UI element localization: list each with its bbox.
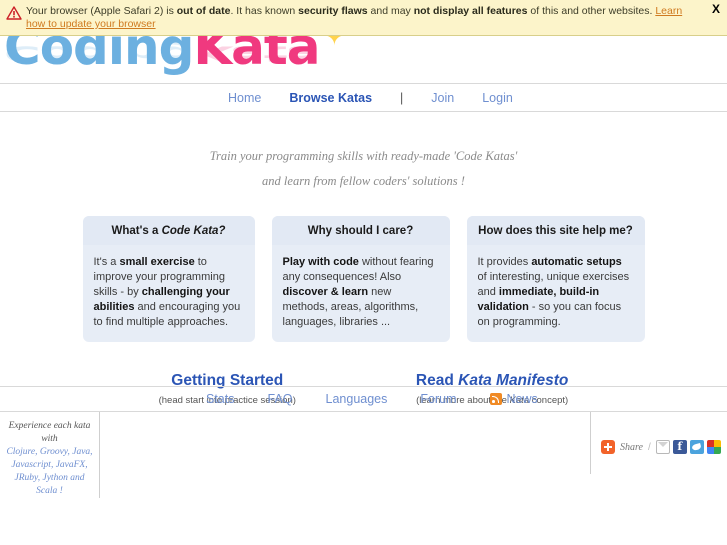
- info-box-how-helps: How does this site help me? It provides …: [466, 216, 645, 342]
- google-quadrant-yellow: [713, 440, 721, 447]
- body-seg-bold: automatic setups: [531, 256, 622, 268]
- body-seg-bold: Play with code: [282, 256, 359, 268]
- tagline-line-1: Train your programming skills with ready…: [209, 149, 518, 163]
- warning-triangle-icon: [6, 6, 22, 20]
- banner-text-3: and may: [367, 5, 414, 17]
- banner-bold-2: security flaws: [298, 5, 368, 17]
- main-navigation: Home Browse Katas | Join Login: [0, 84, 727, 112]
- nav-item-browse-katas[interactable]: Browse Katas: [289, 91, 372, 105]
- info-box-title-plain: Why should I care?: [307, 225, 414, 237]
- google-quadrant-green: [713, 447, 721, 454]
- info-box-title: Why should I care?: [271, 216, 450, 245]
- email-share-icon[interactable]: [655, 440, 670, 454]
- addthis-plus-icon[interactable]: [601, 440, 615, 454]
- logo-word-coding: Coding: [4, 36, 194, 76]
- banner-text-2: . It has known: [230, 5, 299, 17]
- body-seg: It's a: [93, 256, 120, 268]
- info-box-row: What's a Code Kata? It's a small exercis…: [0, 216, 727, 342]
- info-box-title: How does this site help me?: [466, 216, 645, 245]
- info-box-what-is-kata: What's a Code Kata? It's a small exercis…: [82, 216, 255, 342]
- body-seg-bold: discover & learn: [282, 286, 369, 298]
- share-widget: Share / f: [590, 412, 727, 474]
- footer-nav-item-languages[interactable]: Languages: [326, 392, 388, 406]
- langs-intro: Experience each kata with: [8, 421, 91, 444]
- supported-languages-cell: Experience each kata with Clojure, Groov…: [0, 412, 100, 498]
- langs-line-2[interactable]: Clojure, Groovy, Java,: [6, 447, 92, 457]
- banner-message: Your browser (Apple Safari 2) is out of …: [26, 4, 697, 31]
- footer-nav-item-news[interactable]: News: [489, 392, 538, 406]
- info-box-body: Play with code without fearing any conse…: [272, 245, 450, 342]
- tagline-line-2: and learn from fellow coders' solutions …: [262, 174, 465, 188]
- nav-separator: |: [400, 90, 404, 105]
- page-footer: Experience each kata with Clojure, Groov…: [0, 412, 727, 498]
- share-label[interactable]: Share: [620, 442, 643, 453]
- banner-bold-1: out of date: [176, 5, 231, 17]
- logo-wordmark: CodingKata ✦: [4, 36, 345, 76]
- google-quadrant-red: [706, 440, 714, 447]
- logo-star-icon: ✦: [323, 36, 346, 52]
- banner-close-button[interactable]: X: [712, 2, 720, 16]
- info-box-body: It's a small exercise to improve your pr…: [83, 245, 255, 342]
- facebook-share-icon[interactable]: f: [672, 440, 687, 454]
- info-box-title-italic: Code Kata?: [161, 225, 226, 237]
- banner-text-1: Your browser (Apple Safari 2) is: [26, 5, 177, 17]
- info-box-title-plain: What's a: [111, 225, 162, 237]
- info-box-why-care: Why should I care? Play with code withou…: [271, 216, 450, 342]
- footer-nav-item-stats[interactable]: Stats: [206, 392, 235, 406]
- supported-languages-text: Experience each kata with Clojure, Groov…: [4, 420, 95, 498]
- browser-update-banner: Your browser (Apple Safari 2) is out of …: [0, 0, 727, 36]
- info-box-title-plain: How does this site help me?: [478, 225, 633, 237]
- langs-line-4[interactable]: JRuby, Jython and Scala !: [15, 473, 85, 496]
- logo-word-kata: Kata: [193, 36, 320, 76]
- footer-navigation-bar: Stats FAQ Languages Forum News: [0, 386, 727, 412]
- footer-nav-news-label[interactable]: News: [507, 392, 538, 406]
- info-box-body: It provides automatic setups of interest…: [467, 245, 645, 342]
- google-share-icon[interactable]: [706, 440, 721, 454]
- rss-icon: [489, 393, 502, 405]
- footer-nav-item-faq[interactable]: FAQ: [268, 392, 293, 406]
- footer-navigation: Stats FAQ Languages Forum News: [0, 387, 727, 411]
- banner-bold-3: not display all features: [413, 5, 528, 17]
- langs-line-3[interactable]: Javascript, JavaFX,: [11, 460, 87, 470]
- body-seg: It provides: [477, 256, 532, 268]
- site-tagline: Train your programming skills with ready…: [0, 144, 727, 194]
- info-box-title: What's a Code Kata?: [82, 216, 255, 245]
- nav-item-join[interactable]: Join: [431, 91, 454, 105]
- share-separator: /: [647, 441, 651, 453]
- body-seg-bold: small exercise: [119, 256, 195, 268]
- footer-nav-item-forum[interactable]: Forum: [420, 392, 456, 406]
- twitter-share-icon[interactable]: [689, 440, 704, 454]
- nav-item-home[interactable]: Home: [228, 91, 261, 105]
- banner-text-4: of this and other websites.: [527, 5, 656, 17]
- site-logo[interactable]: CodingKata ✦ CodingKata: [0, 36, 727, 83]
- google-quadrant-blue: [706, 447, 714, 454]
- nav-item-login[interactable]: Login: [482, 91, 513, 105]
